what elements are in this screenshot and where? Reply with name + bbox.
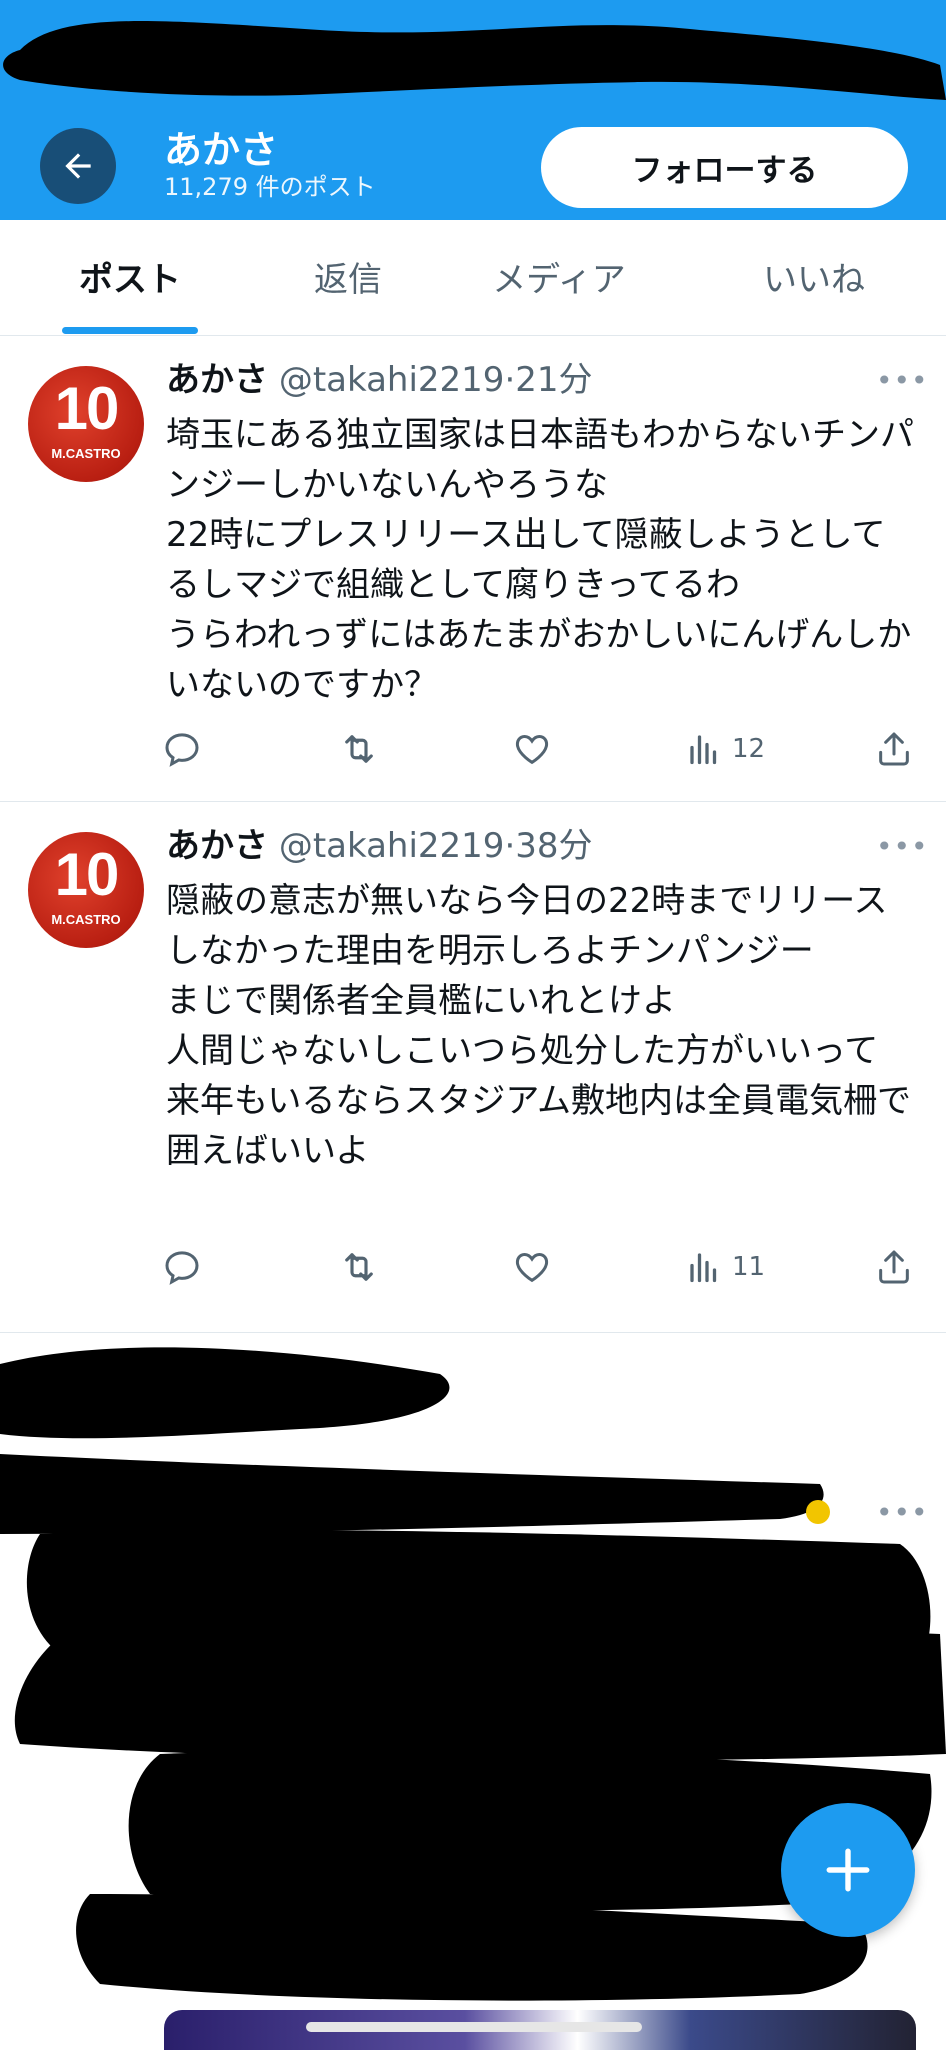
tab-media[interactable]: メディア: [464, 220, 654, 335]
tweet-text: 隠蔽の意志が無いなら今日の22時までリリースしなかった理由を明示しろよチンパンジ…: [166, 881, 911, 1171]
views-bar-chart-icon: [690, 1253, 717, 1283]
share-button[interactable]: [874, 724, 914, 774]
retweet-button[interactable]: [338, 1242, 380, 1292]
views-bar-chart-icon: [690, 735, 717, 765]
plus-icon: [826, 1848, 870, 1892]
share-button[interactable]: [874, 1242, 914, 1292]
redacted-tweet: •••: [0, 1334, 946, 2050]
views-button[interactable]: 11: [686, 1242, 765, 1292]
avatar-name: M.CASTRO: [51, 912, 121, 927]
avatar[interactable]: 10 M.CASTRO: [28, 366, 144, 482]
tweet-author-handle[interactable]: @takahi2219: [279, 826, 505, 866]
reply-icon: [165, 733, 199, 767]
profile-name: あかさ: [164, 128, 279, 172]
tweet-author-name[interactable]: あかさ: [166, 826, 268, 866]
tweet-actions: 12: [0, 724, 946, 774]
tab-posts[interactable]: ポスト: [40, 220, 220, 335]
avatar-number: 10: [54, 375, 120, 442]
reply-icon: [165, 1251, 199, 1285]
back-button[interactable]: [40, 128, 116, 204]
home-indicator: [306, 2022, 642, 2032]
avatar[interactable]: 10 M.CASTRO: [28, 832, 144, 948]
tweet-header: あかさ @takahi2219·38分: [166, 826, 593, 866]
retweet-icon: [345, 1253, 373, 1281]
like-button[interactable]: [512, 724, 552, 774]
reply-button[interactable]: [162, 1242, 202, 1292]
retweet-button[interactable]: [338, 724, 380, 774]
tweet-text: 埼玉にある独立国家は日本語もわからないチンパンジーしかいないんやろうな 22時に…: [166, 415, 914, 705]
share-icon: [879, 732, 909, 766]
like-button[interactable]: [512, 1242, 552, 1292]
share-icon: [879, 1250, 909, 1284]
profile-header: あかさ 11,279 件のポスト フォローする: [0, 0, 946, 220]
arrow-left-icon: [65, 153, 91, 179]
active-tab-indicator: [62, 327, 198, 334]
redaction-scribble: [0, 1347, 946, 2001]
avatar-number: 10: [54, 841, 120, 908]
follow-button[interactable]: フォローする: [541, 127, 908, 208]
tab-likes[interactable]: いいね: [724, 220, 904, 335]
avatar-name: M.CASTRO: [51, 446, 121, 461]
views-button[interactable]: 12: [686, 724, 765, 774]
tweet-time[interactable]: 38分: [515, 826, 592, 866]
views-count: 12: [732, 734, 766, 764]
post-count: 11,279 件のポスト: [164, 173, 376, 201]
tweet-author-handle[interactable]: @takahi2219: [279, 360, 505, 400]
tweet[interactable]: 10 M.CASTRO あかさ @takahi2219·21分 ••• 埼玉にあ…: [0, 336, 946, 802]
tweet-actions: 11: [0, 1242, 946, 1292]
tweet-author-name[interactable]: あかさ: [166, 360, 268, 400]
redaction-scribble: [3, 21, 946, 101]
heart-icon: [515, 1252, 549, 1283]
reply-button[interactable]: [162, 724, 202, 774]
tweet-time[interactable]: 21分: [515, 360, 592, 400]
profile-tabs: ポスト 返信 メディア いいね: [0, 220, 946, 336]
tab-replies[interactable]: 返信: [258, 220, 438, 335]
views-count: 11: [732, 1252, 766, 1282]
compose-button[interactable]: [781, 1803, 915, 1937]
tweet[interactable]: 10 M.CASTRO あかさ @takahi2219·38分 ••• 隠蔽の意…: [0, 802, 946, 1333]
more-horizontal-icon[interactable]: •••: [876, 364, 929, 397]
separator-dot: ·: [504, 360, 516, 400]
retweet-icon: [345, 735, 373, 763]
separator-dot: ·: [504, 826, 516, 866]
more-horizontal-icon[interactable]: •••: [876, 830, 929, 863]
tweet-header: あかさ @takahi2219·21分: [166, 360, 593, 400]
heart-icon: [515, 734, 549, 765]
